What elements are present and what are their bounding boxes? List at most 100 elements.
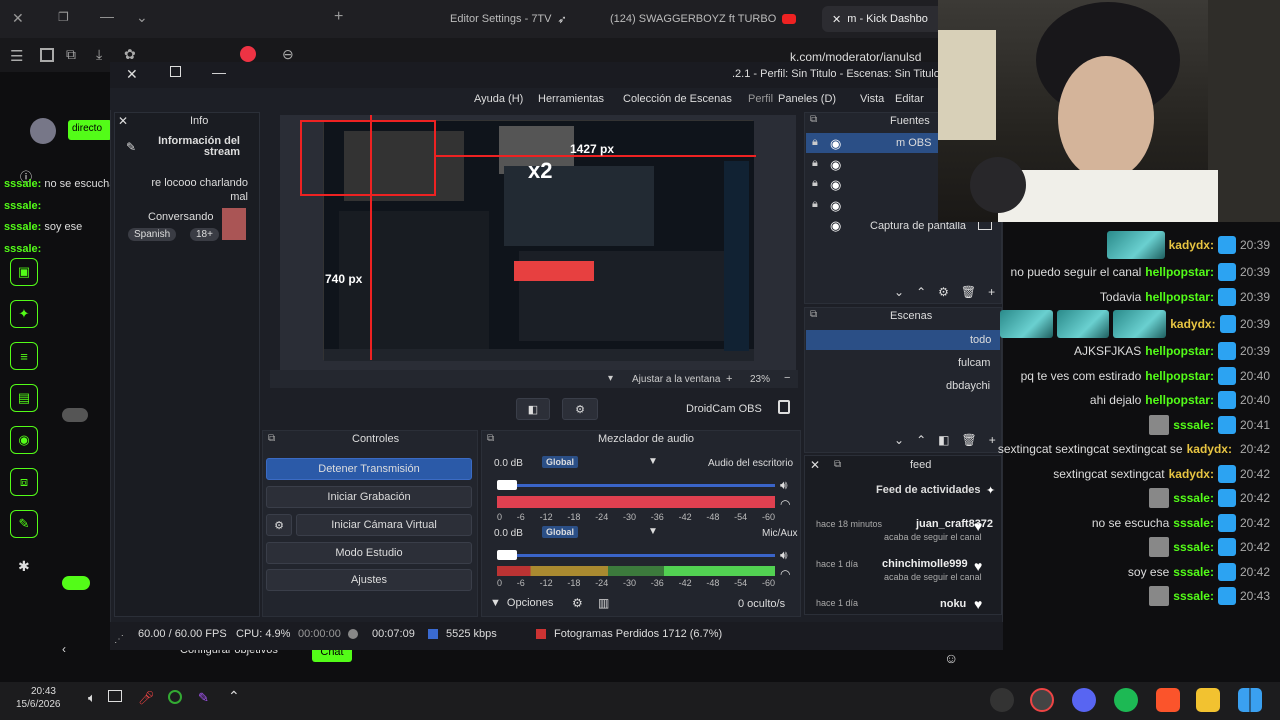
zoom-in-icon[interactable]: + — [726, 373, 732, 385]
lock-icon[interactable]: 🔒︎ — [812, 198, 818, 211]
mixer-layout-icon[interactable]: ▥ — [598, 596, 609, 610]
start-virtual-camera-button[interactable]: Iniciar Cámara Virtual — [296, 514, 472, 536]
menu-edit[interactable]: Editar — [895, 93, 924, 105]
close-tab-icon[interactable]: ✕ — [832, 13, 841, 26]
dock-icon[interactable]: ⧉ — [810, 114, 817, 125]
chat-username[interactable]: kadydx: — [1170, 317, 1215, 331]
broadcast-tool-icon[interactable]: ◉ — [10, 426, 38, 454]
chevron-up-icon[interactable]: ⌃ — [916, 285, 926, 299]
fit-to-window[interactable]: Ajustar a la ventana — [632, 374, 720, 385]
chat-username[interactable]: hellpopstar: — [1145, 393, 1214, 407]
new-tab-icon[interactable]: + — [334, 8, 343, 26]
feed-close-icon[interactable]: ✕ — [810, 458, 820, 472]
brave-icon[interactable] — [1156, 688, 1180, 712]
display-tray-icon[interactable] — [108, 690, 122, 702]
tab-youtube[interactable]: (124) SWAGGERBOYZ ft TURBO — [600, 6, 810, 32]
volume-slider-handle[interactable] — [497, 480, 517, 490]
edit-icon[interactable]: ✎ — [126, 140, 136, 154]
dock-icon[interactable]: ⧉ — [268, 433, 275, 444]
share-icon[interactable]: ⊖ — [282, 46, 294, 63]
tab-kick-dashboard[interactable]: ✕ m - Kick Dashbo — [822, 6, 952, 32]
obs-close-icon[interactable]: ✕ — [126, 66, 138, 83]
emoji-icon[interactable]: ☺ — [944, 650, 958, 666]
spotify-icon[interactable] — [1114, 688, 1138, 712]
restore-window-icon[interactable]: ❐ — [58, 10, 69, 24]
channel-menu-icon[interactable]: ▼ — [648, 456, 658, 467]
tray-expand-icon[interactable]: ⌃ — [228, 688, 240, 705]
discord-icon[interactable] — [1072, 688, 1096, 712]
volume-slider-handle[interactable] — [497, 550, 517, 560]
menu-profile[interactable]: Perfil — [748, 93, 773, 105]
chat-username[interactable]: sssale: — [1173, 418, 1214, 432]
pin-tool-icon[interactable]: ✦ — [10, 300, 38, 328]
speaker-icon[interactable]: 🔊︎ — [780, 548, 788, 563]
visibility-eye-icon[interactable]: ◉ — [830, 177, 841, 193]
chat-username[interactable]: hellpopstar: — [1145, 369, 1214, 383]
start-recording-button[interactable]: Iniciar Grabación — [266, 486, 472, 508]
virtual-cam-settings-button[interactable]: ⚙ — [266, 514, 292, 536]
audio-options[interactable]: ▼ Opciones — [490, 597, 553, 609]
scene-item[interactable]: fulcam — [958, 357, 990, 369]
chat-username[interactable]: sssale: — [1173, 516, 1214, 530]
chat-username[interactable]: hellpopstar: — [1145, 290, 1214, 304]
audio-advanced-icon[interactable]: ⚙ — [572, 596, 583, 610]
menu-docks[interactable]: Paneles (D) — [778, 93, 836, 105]
visibility-eye-icon[interactable]: ◉ — [830, 136, 841, 152]
chat-username[interactable]: kadydx: — [1169, 238, 1214, 252]
windows-start-icon[interactable] — [1238, 688, 1262, 712]
screenshot-icon[interactable]: ⧉ — [66, 46, 76, 63]
chat-username[interactable]: sssale: — [1173, 589, 1214, 603]
tab-7tv[interactable]: Editor Settings - 7TV ➶ — [440, 6, 590, 32]
properties-button[interactable]: ⚙ — [562, 398, 598, 420]
info-close-icon[interactable]: ✕ — [118, 114, 128, 128]
obs-maximize-icon[interactable] — [170, 66, 181, 77]
close-window-icon[interactable]: ✕ — [12, 10, 24, 27]
add-icon[interactable]: + — [989, 433, 996, 447]
chat-tool-icon[interactable]: ▤ — [10, 384, 38, 412]
speaker-icon[interactable]: 🔊︎ — [780, 478, 788, 493]
minimize-window-icon[interactable]: — — [100, 8, 114, 24]
list-tool-icon[interactable]: ≡ — [10, 342, 38, 370]
zoom-out-icon[interactable]: − — [784, 372, 790, 384]
menu-tools[interactable]: Herramientas — [538, 93, 604, 105]
brave-shield-icon[interactable] — [240, 46, 256, 62]
add-icon[interactable]: + — [988, 285, 995, 299]
settings-button[interactable]: Ajustes — [266, 569, 472, 591]
visibility-eye-icon[interactable]: ◉ — [830, 198, 841, 214]
tab-list-icon[interactable]: ⌄ — [136, 9, 148, 26]
obs-taskbar-icon[interactable] — [990, 688, 1014, 712]
channel-menu-icon[interactable]: ▼ — [648, 526, 658, 537]
wrench-tool-icon[interactable]: ✎ — [10, 510, 38, 538]
menu-icon[interactable]: ☰ — [10, 47, 23, 65]
chat-username[interactable]: hellpopstar: — [1145, 265, 1214, 279]
sidebar-icon[interactable] — [40, 48, 54, 62]
toggle-switch-off[interactable] — [62, 408, 88, 422]
source-name[interactable]: m OBS — [896, 137, 931, 149]
dock-icon[interactable]: ⧉ — [810, 309, 817, 320]
obs-minimize-icon[interactable]: — — [212, 64, 226, 80]
dock-icon[interactable]: ⧉ — [487, 433, 494, 444]
volume-slider-track[interactable] — [497, 484, 775, 487]
download-icon[interactable]: ⤓ — [96, 46, 102, 63]
obs-active-taskbar-icon[interactable] — [1030, 688, 1054, 712]
visibility-eye-icon[interactable]: ◉ — [830, 157, 841, 173]
extensions-icon[interactable]: ✿ — [124, 46, 136, 63]
lock-icon[interactable]: 🔒︎ — [812, 177, 818, 190]
microphone-tray-icon[interactable]: 🎤︎ — [138, 690, 155, 706]
chevron-left-icon[interactable]: ‹ — [62, 642, 66, 656]
file-explorer-icon[interactable] — [1196, 688, 1220, 712]
lock-icon[interactable]: 🔒︎ — [812, 157, 818, 170]
trash-icon[interactable]: 🗑︎ — [961, 433, 976, 447]
clock-time[interactable]: 20:43 — [16, 686, 56, 697]
volume-tray-icon[interactable]: 🔈︎ — [88, 690, 96, 706]
camera-tool-icon[interactable]: ▣ — [10, 258, 38, 286]
selected-source-bounds[interactable] — [300, 120, 436, 196]
headphone-icon[interactable]: ◠ — [780, 567, 790, 581]
filter-icon[interactable]: ◧ — [938, 433, 949, 447]
gear-icon[interactable]: ⚙ — [938, 285, 949, 299]
scene-item[interactable]: todo — [970, 334, 991, 346]
twitch-tray-icon[interactable]: ✎ — [198, 690, 209, 706]
resize-grip-icon[interactable]: ⋰ — [114, 634, 124, 645]
chat-username[interactable]: sssale: — [1173, 540, 1214, 554]
menu-view[interactable]: Vista — [860, 93, 884, 105]
